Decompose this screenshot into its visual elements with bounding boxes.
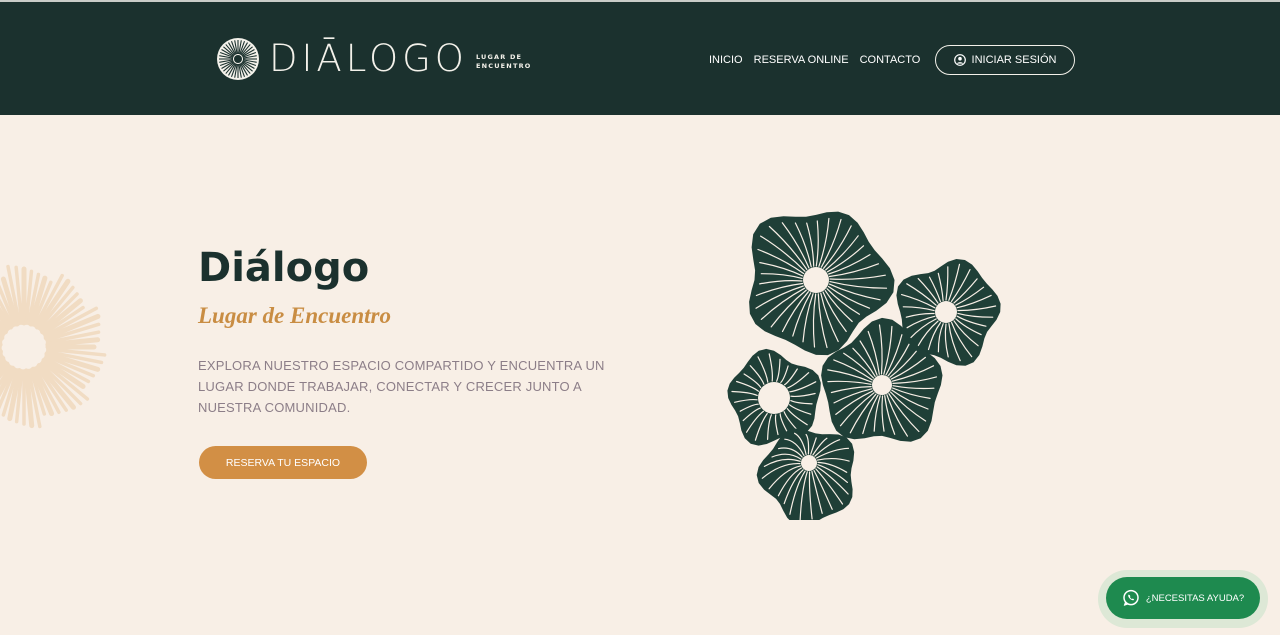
hero-title: Diálogo (198, 245, 370, 291)
reserve-space-button[interactable]: RESERVA TU ESPACIO (199, 446, 367, 479)
whatsapp-help-button[interactable]: ¿NECESITAS AYUDA? (1106, 577, 1260, 619)
login-button-label: INICIAR SESIÓN (971, 54, 1057, 66)
mushroom-gills-illustration (727, 211, 1001, 520)
decorative-mushroom-gill-icon (0, 264, 107, 429)
nav-link-reserva-online[interactable]: RESERVA ONLINE (754, 53, 849, 67)
hero-description: EXPLORA NUESTRO ESPACIO COMPARTIDO Y ENC… (198, 358, 605, 415)
whatsapp-help-label: ¿NECESITAS AYUDA? (1145, 592, 1245, 604)
login-button[interactable]: INICIAR SESIÓN (935, 45, 1075, 75)
nav-link-contacto[interactable]: CONTACTO (860, 53, 921, 67)
site-header: DIĀLOGO LUGAR DE ENCUENTRO INICIO RESERV… (0, 0, 1280, 115)
nav-link-inicio[interactable]: INICIO (709, 53, 743, 67)
user-circle-icon (953, 54, 966, 66)
brand-tagline: LUGAR DE ENCUENTRO (476, 53, 536, 71)
whatsapp-icon (1123, 589, 1139, 606)
hero-subtitle: Lugar de Encuentro (198, 303, 391, 328)
mushroom-gill-logo-icon (217, 38, 259, 80)
brand-tagline-line-2: ENCUENTRO (475, 62, 532, 70)
main-nav: INICIO RESERVA ONLINE CONTACTO (709, 53, 931, 67)
brand-tagline-line-1: LUGAR DE (475, 53, 523, 61)
brand-logo-link[interactable]: DIĀLOGO LUGAR DE ENCUENTRO (216, 37, 536, 81)
brand-name: DIĀLOGO (269, 37, 468, 80)
